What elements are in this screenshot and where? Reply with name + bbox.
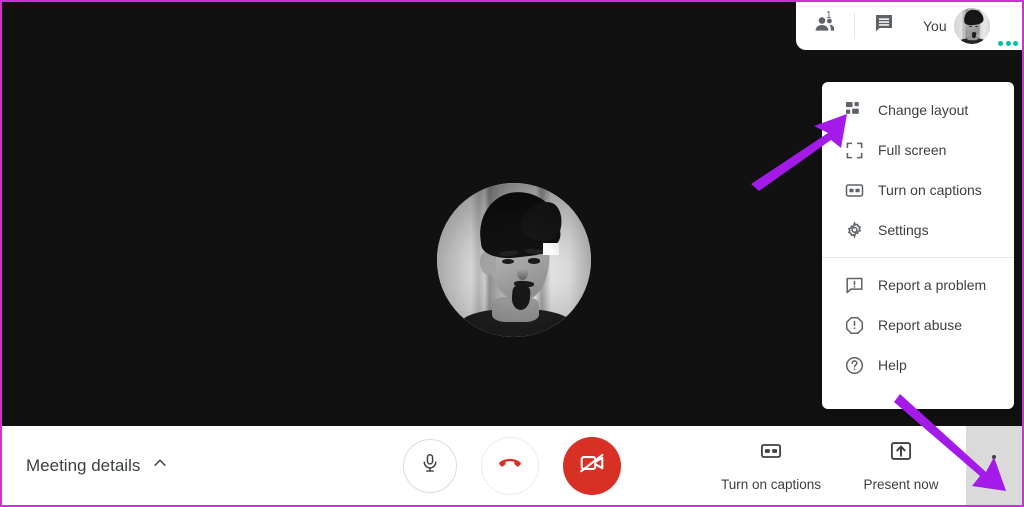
you-label: You: [923, 18, 947, 34]
chevron-up-icon: [151, 454, 169, 477]
menu-item-label: Help: [878, 357, 907, 373]
top-right-toolbar: 1 You: [796, 2, 1022, 50]
google-meet-window: 1 You Change layout Full screen Turn on …: [0, 0, 1024, 507]
meeting-details-label: Meeting details: [26, 455, 141, 475]
menu-item-turn-on-captions[interactable]: Turn on captions: [822, 170, 1014, 210]
call-controls: [403, 436, 621, 495]
meeting-details-button[interactable]: Meeting details: [2, 454, 169, 477]
menu-item-report-abuse[interactable]: Report abuse: [822, 305, 1014, 345]
fullscreen-icon: [844, 140, 864, 160]
layout-grid-icon: [844, 100, 864, 120]
microphone-button[interactable]: [403, 438, 457, 493]
menu-item-full-screen[interactable]: Full screen: [822, 130, 1014, 170]
chat-button[interactable]: [855, 2, 913, 50]
camera-off-button[interactable]: [563, 436, 621, 495]
closed-captions-icon: [844, 180, 864, 200]
portrait-image: [437, 183, 591, 337]
right-controls: Turn on captions Present now: [706, 426, 1022, 505]
present-now-button[interactable]: Present now: [836, 426, 966, 505]
menu-item-label: Change layout: [878, 102, 969, 118]
report-problem-icon: [844, 275, 864, 295]
participant-photo: [437, 183, 591, 337]
chat-icon: [872, 12, 896, 41]
turn-on-captions-label: Turn on captions: [720, 477, 822, 492]
menu-item-help[interactable]: Help: [822, 345, 1014, 385]
avatar[interactable]: [953, 8, 990, 44]
hangup-button[interactable]: [481, 436, 539, 495]
menu-item-label: Turn on captions: [878, 182, 982, 198]
menu-item-label: Full screen: [878, 142, 947, 158]
menu-item-change-layout[interactable]: Change layout: [822, 90, 1014, 130]
gear-icon: [844, 220, 864, 240]
three-teal-dots-icon: [998, 41, 1018, 46]
menu-item-settings[interactable]: Settings: [822, 210, 1014, 250]
more-vertical-icon: [991, 454, 997, 477]
menu-item-report-a-problem[interactable]: Report a problem: [822, 265, 1014, 305]
turn-on-captions-button[interactable]: Turn on captions: [706, 426, 836, 505]
present-now-label: Present now: [863, 477, 939, 492]
menu-item-label: Report abuse: [878, 317, 963, 333]
participants-count: 1: [826, 10, 832, 21]
people-icon: [813, 12, 837, 41]
report-abuse-icon: [844, 315, 864, 335]
menu-item-label: Report a problem: [878, 277, 987, 293]
more-options-button[interactable]: [966, 426, 1022, 505]
phone-hangup-icon: [497, 450, 523, 481]
bottom-toolbar: Meeting details Turn on captions Present…: [2, 426, 1022, 505]
present-now-icon: [889, 439, 913, 468]
menu-divider: [822, 257, 1014, 258]
more-options-menu: Change layout Full screen Turn on captio…: [822, 82, 1014, 409]
you-indicator[interactable]: You: [913, 8, 990, 44]
participants-button[interactable]: 1: [796, 2, 854, 50]
closed-captions-icon: [759, 439, 783, 468]
video-camera-off-icon: [579, 450, 605, 481]
menu-item-label: Settings: [878, 222, 929, 238]
help-icon: [844, 355, 864, 375]
microphone-icon: [419, 452, 441, 479]
